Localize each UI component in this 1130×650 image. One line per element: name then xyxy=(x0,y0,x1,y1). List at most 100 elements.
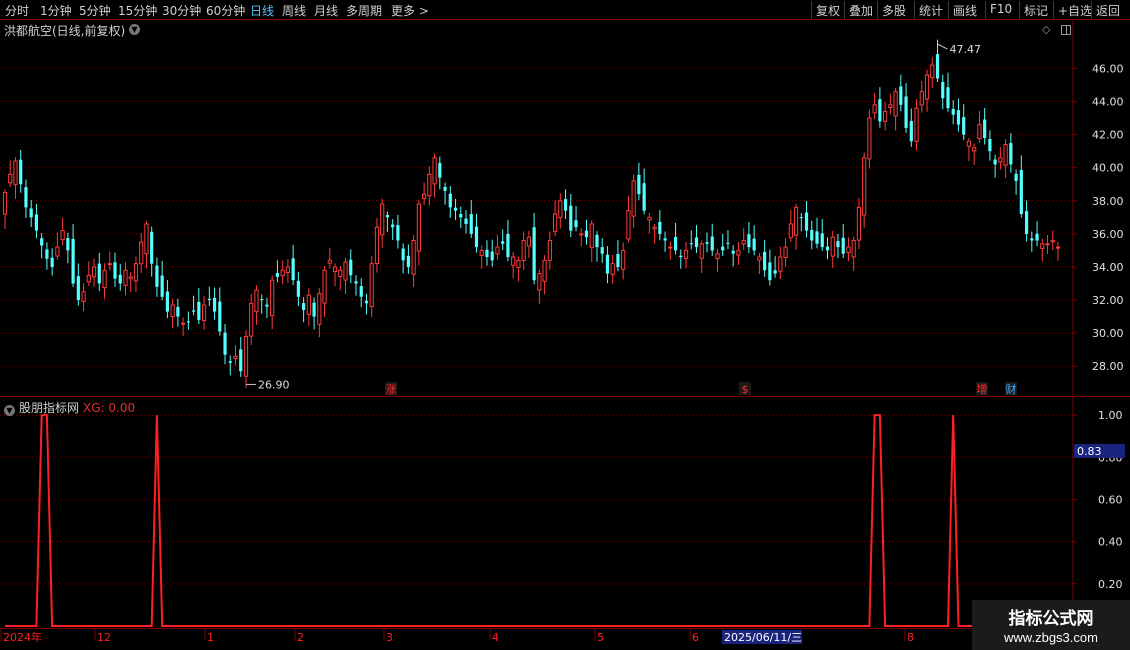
candle-body xyxy=(469,214,473,234)
candle-body xyxy=(2,192,8,215)
candle-body xyxy=(914,107,919,142)
x-tick-label: 8 xyxy=(907,631,914,644)
candle-body xyxy=(1009,143,1013,165)
candle-body xyxy=(155,265,159,287)
chevron-down-icon[interactable]: ▼ xyxy=(4,405,15,416)
candle-body xyxy=(170,304,175,318)
candle-body xyxy=(254,289,259,313)
candle-body xyxy=(956,110,961,125)
candle-body xyxy=(66,237,70,251)
candle-body xyxy=(731,250,735,254)
candle-body xyxy=(45,249,49,259)
candle-body xyxy=(542,259,547,282)
candle-body xyxy=(291,258,295,281)
candle-body xyxy=(464,218,468,224)
sub-chart-title: 股朋指标网 xyxy=(19,401,80,415)
sub-y-tick-label: 0.60 xyxy=(1098,493,1123,506)
candle-body xyxy=(694,237,699,248)
candle-body xyxy=(741,239,746,245)
candle-body xyxy=(532,227,536,281)
candle-body xyxy=(396,225,400,241)
candle-body xyxy=(343,261,348,281)
candle-body xyxy=(176,306,180,317)
x-axis-highlight-label: 2025/06/11/三 xyxy=(724,631,802,644)
candle-body xyxy=(1035,233,1039,241)
candle-body xyxy=(710,236,714,251)
candle-body xyxy=(374,226,380,264)
candle-body xyxy=(547,239,552,261)
candle-body xyxy=(966,140,972,147)
candle-body xyxy=(721,246,725,251)
x-tick-label: 4 xyxy=(492,631,499,644)
candle-body xyxy=(432,157,437,185)
y-tick-label: 42.00 xyxy=(1092,129,1124,142)
candle-body xyxy=(364,300,369,304)
candle-body xyxy=(600,247,604,254)
candle-body xyxy=(312,302,316,317)
x-tick-label: 12 xyxy=(97,631,111,644)
sub-chart-header: ▼ 股朋指标网 XG: 0.00 xyxy=(4,399,135,416)
candle-body xyxy=(658,221,662,234)
candle-body xyxy=(243,335,249,377)
candle-body xyxy=(285,266,290,273)
candle-body xyxy=(616,254,620,267)
candle-body xyxy=(354,281,358,284)
candle-body xyxy=(972,147,977,152)
cursor-value: 0.83 xyxy=(1077,445,1102,458)
candle-body xyxy=(736,249,741,256)
candle-body xyxy=(459,213,463,218)
candle-body xyxy=(605,254,610,274)
candle-body xyxy=(479,249,484,256)
candle-body xyxy=(799,217,803,219)
y-tick-label: 46.00 xyxy=(1092,62,1124,75)
candle-body xyxy=(265,304,269,307)
candle-body xyxy=(118,274,122,284)
candle-body xyxy=(306,294,311,315)
candle-body xyxy=(218,301,222,332)
candle-body xyxy=(621,249,626,270)
xg-line xyxy=(5,414,1073,627)
candle-body xyxy=(626,210,631,240)
candle-body xyxy=(977,124,982,139)
candle-body xyxy=(322,269,327,304)
candle-body xyxy=(941,81,945,99)
candle-body xyxy=(516,259,521,268)
candle-body xyxy=(872,104,877,114)
sub-y-tick-label: 0.40 xyxy=(1098,536,1123,549)
candle-body xyxy=(40,238,44,246)
watermark: 指标公式网 www.zbgs3.com xyxy=(972,600,1130,650)
candle-body xyxy=(679,255,683,258)
y-tick-label: 32.00 xyxy=(1092,294,1124,307)
candle-body xyxy=(673,237,678,251)
candle-body xyxy=(846,246,851,254)
candle-body xyxy=(1014,173,1018,181)
candle-body xyxy=(810,230,814,241)
candle-body xyxy=(50,257,54,267)
candle-body xyxy=(836,241,840,248)
candle-body xyxy=(778,256,783,272)
candle-body xyxy=(804,212,809,231)
candle-body xyxy=(359,286,363,297)
candle-body xyxy=(474,226,479,248)
candle-body xyxy=(1050,239,1055,243)
candle-body xyxy=(924,74,930,100)
candle-body xyxy=(317,292,322,325)
candle-body xyxy=(197,301,201,320)
candle-body xyxy=(233,355,238,359)
candle-body xyxy=(726,242,730,244)
candle-body xyxy=(144,223,149,255)
candle-body xyxy=(416,203,421,252)
candle-body xyxy=(825,246,830,251)
candle-body xyxy=(332,266,338,273)
candle-body xyxy=(438,162,442,178)
candle-body xyxy=(574,220,578,228)
candle-body xyxy=(537,273,542,291)
candle-body xyxy=(747,234,751,248)
candle-body xyxy=(13,160,18,186)
chart-canvas[interactable]: 28.00 30.00 32.00 34.00 36.00 38.00 40.00 42.00… xyxy=(0,0,1130,650)
candle-body xyxy=(102,269,107,289)
candle-body xyxy=(391,224,395,228)
candle-body xyxy=(60,230,65,241)
candle-body xyxy=(24,187,28,208)
candle-body xyxy=(427,173,432,197)
